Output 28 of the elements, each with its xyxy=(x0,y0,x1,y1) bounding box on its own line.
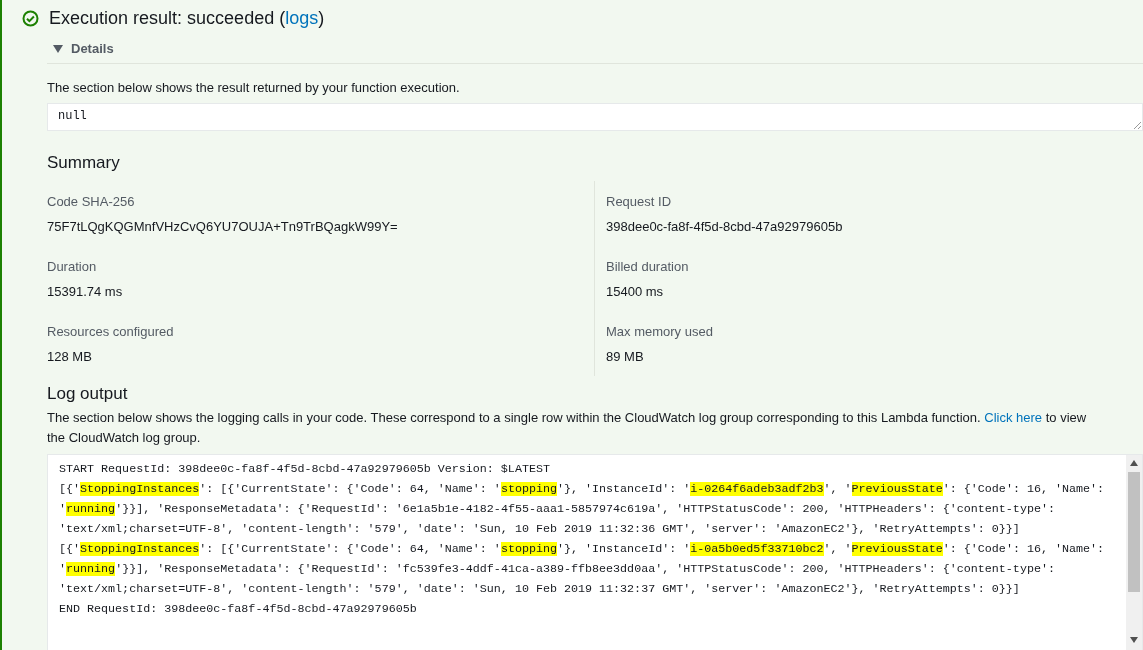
click-here-link[interactable]: Click here xyxy=(984,410,1043,425)
scroll-up-arrow-icon[interactable] xyxy=(1130,460,1138,466)
field-value: 89 MB xyxy=(606,349,645,364)
log-line: END RequestId: 398dee0c-fa8f-4f5d-8cbd-47a92979605b xyxy=(59,601,418,618)
field-value: 15391.74 ms xyxy=(47,284,124,299)
summary-heading: Summary xyxy=(47,153,121,173)
result-field[interactable]: null xyxy=(47,103,1143,131)
log-output-heading: Log output xyxy=(47,384,129,404)
field-label: Billed duration xyxy=(606,259,690,274)
resize-grip-icon[interactable] xyxy=(1133,121,1141,129)
field-label: Max memory used xyxy=(606,324,714,339)
details-toggle[interactable]: Details xyxy=(71,41,114,56)
logs-link[interactable]: logs xyxy=(285,8,319,28)
field-value: 75F7tLQgKQGMnfVHzCvQ6YU7OUJA+Tn9TrBQagkW99Y= xyxy=(47,219,399,234)
field-label: Code SHA-256 xyxy=(47,194,136,209)
field-value: 398dee0c-fa8f-4f5d-8cbd-47a92979605b xyxy=(606,219,844,234)
caret-icon[interactable] xyxy=(53,44,63,53)
field-label: Duration xyxy=(47,259,98,274)
field-value: 128 MB xyxy=(47,349,93,364)
scrollbar[interactable] xyxy=(1126,455,1142,650)
result-description: The section below shows the result returned by your function execution. xyxy=(47,79,461,97)
scroll-down-arrow-icon[interactable] xyxy=(1130,637,1138,643)
field-label: Resources configured xyxy=(47,324,175,339)
log-line: START RequestId: 398dee0c-fa8f-4f5d-8cbd-47a92979605b Version: $LATEST xyxy=(59,461,551,478)
field-value: 15400 ms xyxy=(606,284,665,299)
field-label: Request ID xyxy=(606,194,673,209)
log-description: The section below shows the logging calls in your code. These correspond to a single row within the CloudWatch log group corresponding to this Lambda function. Click here to view the CloudWatch log group. xyxy=(47,409,1088,447)
result-title: Execution result: succeeded (logs) xyxy=(49,8,325,29)
